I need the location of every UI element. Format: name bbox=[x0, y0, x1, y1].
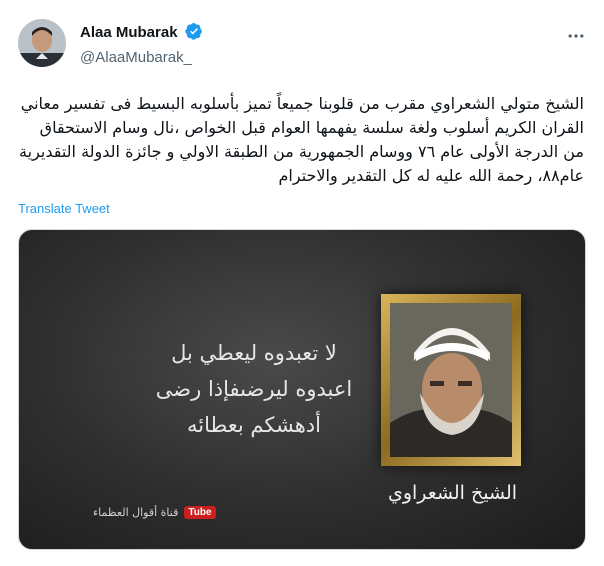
author-block: Alaa Mubarak @AlaaMubarak_ bbox=[80, 22, 203, 66]
author-handle[interactable]: @AlaaMubarak_ bbox=[80, 49, 203, 66]
avatar[interactable] bbox=[18, 19, 66, 67]
quote-text: لا تعبدوه ليعطي بل اعبدوه ليرضىفإذا رضى … bbox=[109, 335, 399, 443]
avatar-image bbox=[18, 19, 66, 67]
translate-tweet-link[interactable]: Translate Tweet bbox=[18, 201, 110, 216]
tweet-media-image[interactable]: لا تعبدوه ليعطي بل اعبدوه ليرضىفإذا رضى … bbox=[18, 229, 586, 550]
author-display-name[interactable]: Alaa Mubarak bbox=[80, 24, 178, 41]
quote-line: لا تعبدوه ليعطي بل bbox=[171, 341, 337, 365]
portrait-caption: الشيخ الشعراوي bbox=[387, 482, 518, 504]
channel-name: قناة أقوال العظماء bbox=[93, 506, 179, 519]
portrait-frame bbox=[381, 294, 521, 466]
quote-line: أدهشكم بعطائه bbox=[187, 413, 321, 437]
channel-watermark: قناة أقوال العظماء Tube bbox=[93, 506, 216, 519]
quote-line: اعبدوه ليرضىفإذا رضى bbox=[155, 377, 353, 401]
youtube-logo-icon: Tube bbox=[184, 506, 216, 519]
tweet-text: الشيخ متولي الشعراوي مقرب من قلوبنا جميع… bbox=[19, 94, 584, 185]
more-options-icon[interactable] bbox=[566, 26, 586, 51]
tweet-card: Alaa Mubarak @AlaaMubarak_ الشيخ متولي ا… bbox=[0, 0, 604, 566]
verified-badge-icon bbox=[185, 22, 203, 45]
portrait-photo bbox=[390, 303, 512, 457]
